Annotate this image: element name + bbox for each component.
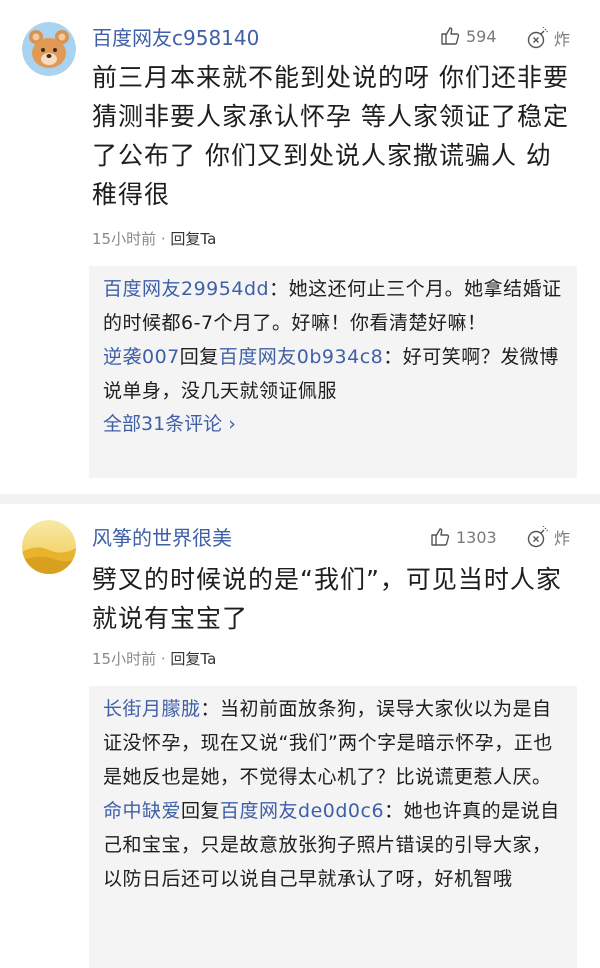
reply-item[interactable]: 长街月朦胧：当初前面放条狗，误导大家伙以为是自证没怀孕，现在又说“我们”两个字是…: [103, 692, 563, 794]
username[interactable]: 风筝的世界很美: [92, 522, 232, 551]
reply-list: 百度网友29954dd：她这还何止三个月。她拿结婚证的时候都6-7个月了。好嘛！…: [89, 266, 577, 478]
comment-text: 前三月本来就不能到处说的呀 你们还非要猜测非要人家承认怀孕 等人家领证了稳定了公…: [92, 63, 569, 209]
view-all-replies-link[interactable]: 全部31条评论 ›: [103, 408, 563, 440]
comment-meta: 15小时前 · 回复Ta: [92, 230, 217, 248]
reply-item[interactable]: 逆袭007回复百度网友0b934c8：好可笑啊？发微博说单身，没几天就领证佩服: [103, 340, 563, 408]
bomb-label: 炸: [554, 529, 571, 548]
thumbs-up-icon: [431, 528, 450, 546]
bomb-icon: [527, 27, 548, 49]
reply-author[interactable]: 逆袭007: [103, 346, 180, 368]
timestamp: 15小时前: [92, 650, 157, 668]
user-avatar[interactable]: [22, 520, 76, 574]
timestamp: 15小时前: [92, 230, 157, 248]
like-button[interactable]: 594: [440, 26, 497, 46]
desert-avatar-icon: [22, 520, 76, 574]
reply-list: 长街月朦胧：当初前面放条狗，误导大家伙以为是自证没怀孕，现在又说“我们”两个字是…: [89, 686, 577, 968]
comment-meta: 15小时前 · 回复Ta: [92, 650, 217, 668]
username[interactable]: 百度网友c958140: [92, 22, 259, 51]
reply-target[interactable]: 百度网友0b934c8: [219, 346, 383, 368]
reply-author[interactable]: 长街月朦胧: [103, 698, 201, 720]
bear-avatar-icon: [22, 22, 76, 76]
bomb-label: 炸: [554, 30, 571, 49]
like-count: 1303: [456, 527, 497, 547]
thumbs-up-icon: [441, 27, 460, 45]
reply-item[interactable]: 命中缺爱回复百度网友de0d0c6：她也许真的是说自己和宝宝，只是故意放张狗子照…: [103, 794, 563, 896]
like-button[interactable]: 1303: [430, 527, 497, 547]
like-count: 594: [466, 26, 497, 46]
reply-author[interactable]: 百度网友29954dd: [103, 278, 269, 300]
divider: [0, 494, 600, 504]
reply-button[interactable]: 回复Ta: [170, 650, 216, 668]
user-avatar[interactable]: [22, 22, 76, 76]
bomb-button[interactable]: 炸: [526, 26, 570, 50]
bomb-button[interactable]: 炸: [526, 525, 570, 549]
bomb-icon: [527, 526, 548, 548]
reply-button[interactable]: 回复Ta: [170, 230, 216, 248]
comment-text: 劈叉的时候说的是“我们”，可见当时人家就说有宝宝了: [92, 565, 562, 633]
reply-item[interactable]: 百度网友29954dd：她这还何止三个月。她拿结婚证的时候都6-7个月了。好嘛！…: [103, 272, 563, 340]
reply-target[interactable]: 百度网友de0d0c6: [220, 800, 384, 822]
reply-author[interactable]: 命中缺爱: [103, 800, 181, 822]
